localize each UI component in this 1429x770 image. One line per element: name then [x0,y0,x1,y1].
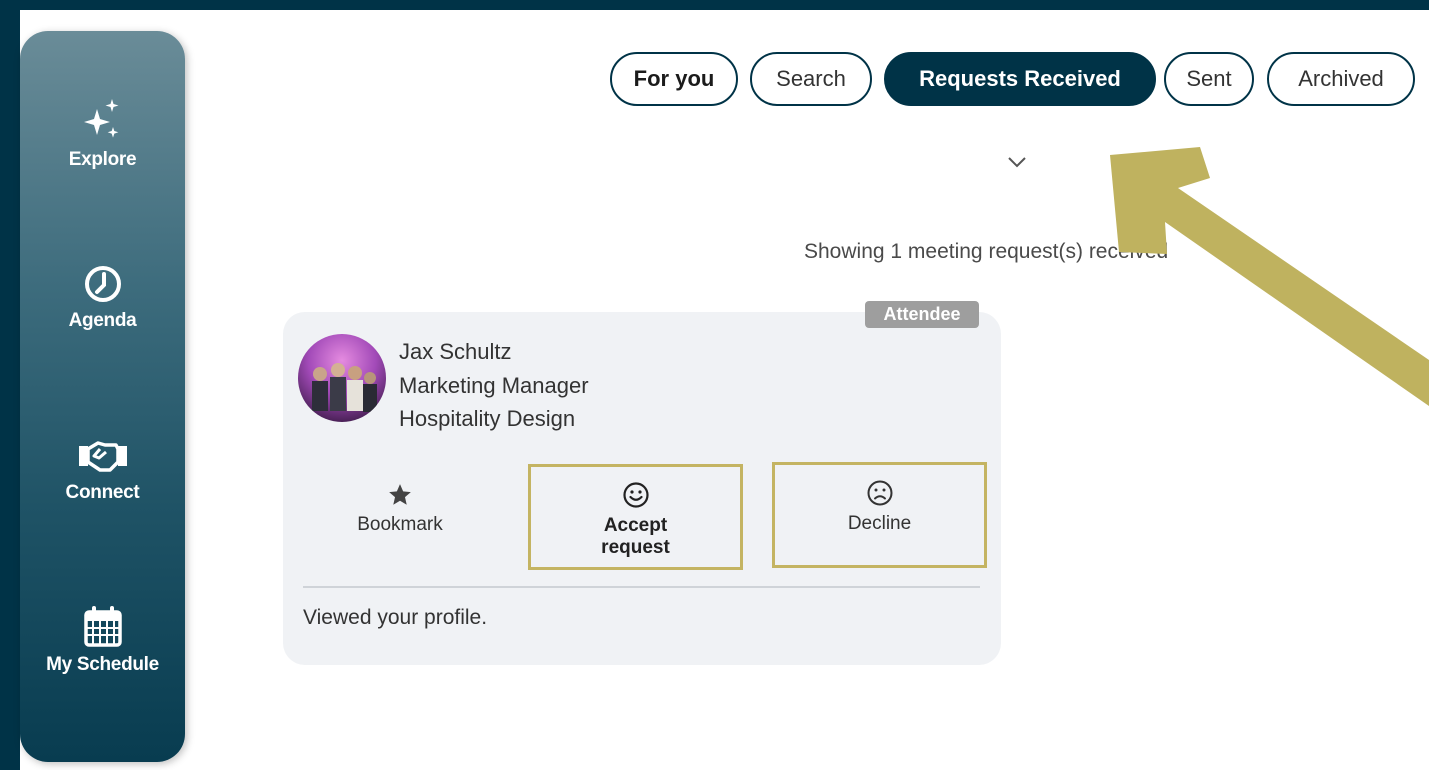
request-note: Viewed your profile. [303,606,488,629]
frown-icon [867,480,892,506]
sidebar: Explore Agenda Connect My Schedule [20,31,185,762]
requester-company: Hospitality Design [399,406,576,431]
bookmark-button[interactable]: Bookmark [310,470,490,560]
requester-job-title: Marketing Manager [399,373,589,398]
sidebar-item-agenda[interactable]: Agenda [20,264,185,332]
requester-name[interactable]: Jax Schultz [399,339,512,365]
sparkles-icon [83,99,118,138]
avatar[interactable] [298,334,386,422]
results-summary: Showing 1 meeting request(s) received [804,240,1169,263]
tab-sent[interactable]: Sent [1164,52,1254,106]
decline-button[interactable]: Decline [772,462,987,568]
star-icon [389,484,411,505]
accept-request-button[interactable]: Accept request [528,464,743,570]
tab-search[interactable]: Search [750,52,872,106]
smile-icon [622,482,649,508]
tab-archived[interactable]: Archived [1267,52,1415,106]
sidebar-item-label: Agenda [68,310,137,331]
sidebar-item-label: Explore [68,149,137,170]
sidebar-item-connect[interactable]: Connect [20,436,185,504]
tab-for-you[interactable]: For you [610,52,738,106]
decline-label: Decline [847,513,912,534]
sidebar-item-label: My Schedule [46,654,159,675]
sidebar-item-label: Connect [65,482,140,503]
sidebar-item-explore[interactable]: Explore [20,97,185,171]
tab-requests-received[interactable]: Requests Received [884,52,1156,106]
calendar-icon [83,606,122,647]
accept-label: Accept request [601,515,670,558]
role-badge: Attendee [865,301,979,328]
chevron-down-icon[interactable] [1007,155,1027,169]
sidebar-item-my-schedule[interactable]: My Schedule [20,604,185,676]
clock-icon [84,266,121,302]
handshake-icon [78,441,127,472]
divider [303,586,980,588]
bookmark-label: Bookmark [357,514,443,535]
